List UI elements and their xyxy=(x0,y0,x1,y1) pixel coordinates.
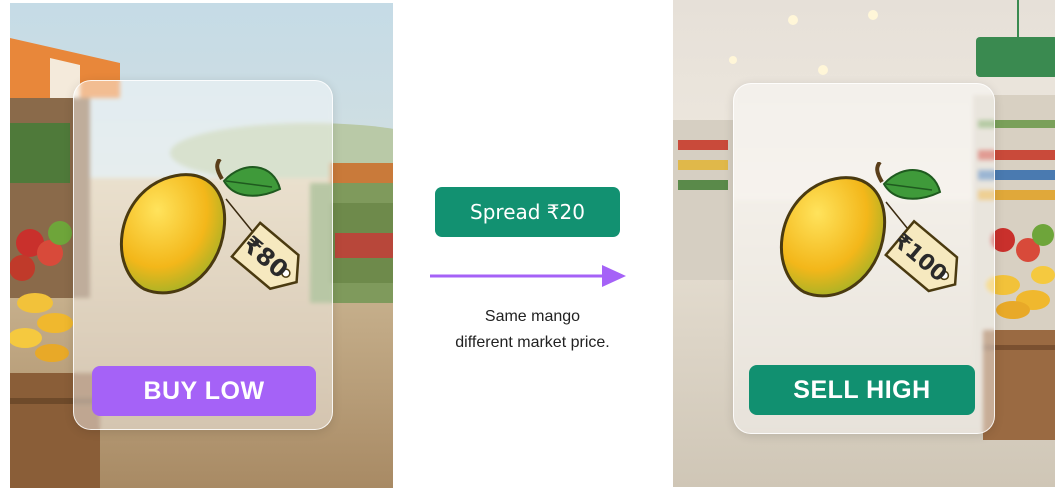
spread-badge: Spread ₹20 xyxy=(435,187,620,237)
mango-with-price-tag-icon: ₹80 xyxy=(120,159,300,295)
caption: Same mango different market price. xyxy=(410,304,655,356)
buy-card: ₹80 BUY LOW xyxy=(73,80,333,430)
mango-with-price-tag-icon: ₹100 xyxy=(780,162,959,298)
caption-line-1: Same mango xyxy=(484,308,581,325)
caption-line-2: different market price. xyxy=(455,334,610,351)
buy-low-button[interactable]: BUY LOW xyxy=(92,366,316,416)
sell-high-button[interactable]: SELL HIGH xyxy=(749,365,975,415)
supermarket-panel: ₹100 SELL HIGH xyxy=(673,0,1055,487)
outdoor-market-panel: ₹80 BUY LOW xyxy=(10,3,393,488)
right-arrow-icon xyxy=(430,265,626,287)
sell-card: ₹100 SELL HIGH xyxy=(733,83,995,434)
